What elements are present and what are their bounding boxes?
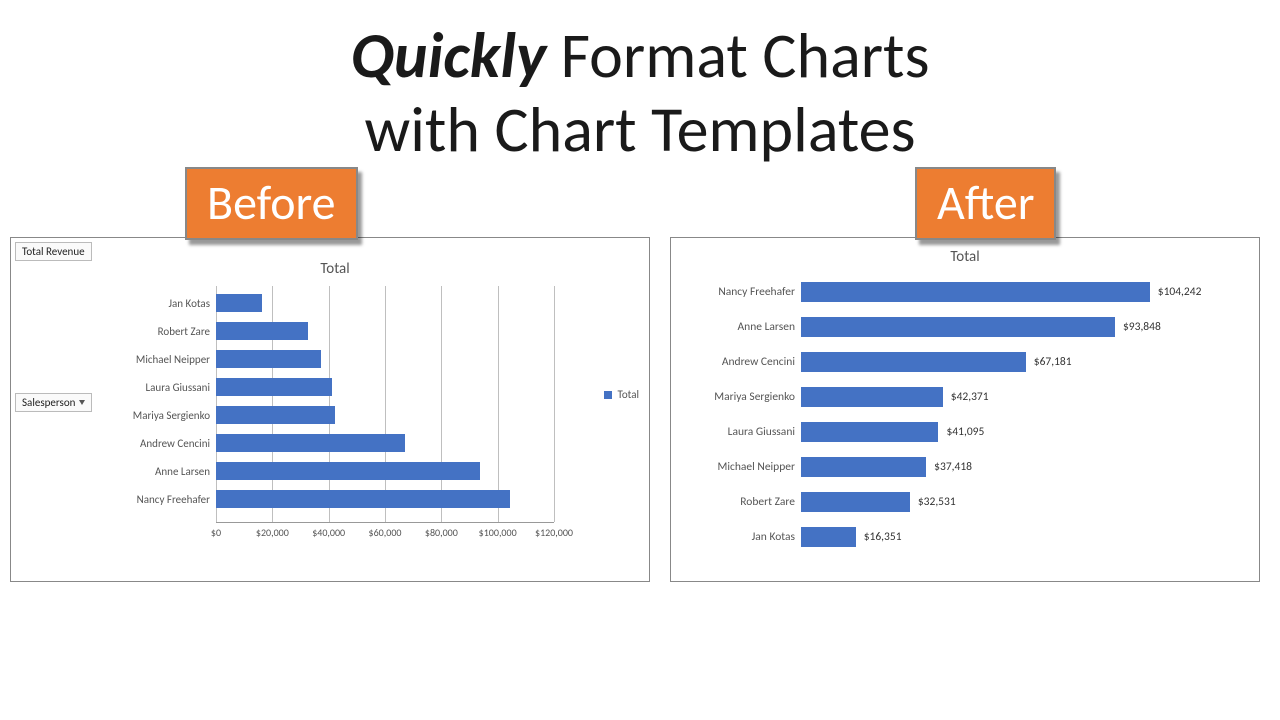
after-tag: After xyxy=(915,167,1056,240)
category-label: Mariya Sergienko xyxy=(116,409,216,422)
bar-row: Michael Neipper $37,418 xyxy=(681,455,1249,479)
bar-row: Laura Giussani xyxy=(116,376,554,398)
x-tick-label: $40,000 xyxy=(312,526,345,539)
x-tick-label: $0 xyxy=(211,526,221,539)
x-tick-label: $120,000 xyxy=(535,526,573,539)
bar-row: Jan Kotas $16,351 xyxy=(681,525,1249,549)
headline-rest-2: with Chart Templates xyxy=(364,91,915,169)
bar xyxy=(216,434,405,452)
category-label: Jan Kotas xyxy=(116,297,216,310)
before-chart-frame: Total Revenue Salesperson Total Jan Kota… xyxy=(10,237,650,582)
x-tick-label: $100,000 xyxy=(479,526,517,539)
bar xyxy=(216,406,335,424)
bar xyxy=(801,317,1115,337)
category-label: Michael Neipper xyxy=(116,353,216,366)
bar-row: Mariya Sergienko xyxy=(116,404,554,426)
data-label: $16,351 xyxy=(856,530,902,544)
bar-row: Robert Zare xyxy=(116,320,554,342)
data-label: $67,181 xyxy=(1026,355,1072,369)
bar xyxy=(216,322,308,340)
gridline xyxy=(554,286,555,522)
bar xyxy=(216,350,321,368)
bar xyxy=(216,462,480,480)
legend-label: Total xyxy=(617,388,639,401)
category-label: Laura Giussani xyxy=(681,425,801,439)
bar-row: Laura Giussani $41,095 xyxy=(681,420,1249,444)
category-label: Michael Neipper xyxy=(681,460,801,474)
category-label: Nancy Freehafer xyxy=(681,285,801,299)
category-label: Jan Kotas xyxy=(681,530,801,544)
bar-row: Andrew Cencini $67,181 xyxy=(681,350,1249,374)
bar-row: Anne Larsen $93,848 xyxy=(681,315,1249,339)
before-chart-title: Total xyxy=(116,260,554,278)
x-tick-label: $80,000 xyxy=(425,526,458,539)
bar-row: Nancy Freehafer xyxy=(116,488,554,510)
category-label: Laura Giussani xyxy=(116,381,216,394)
page-title: Quickly Format Charts with Chart Templat… xyxy=(0,0,1280,167)
pivot-field-salesperson[interactable]: Salesperson xyxy=(15,393,92,412)
bar-row: Mariya Sergienko $42,371 xyxy=(681,385,1249,409)
bar xyxy=(216,490,510,508)
category-label: Robert Zare xyxy=(681,495,801,509)
data-label: $104,242 xyxy=(1150,285,1202,299)
bar-row: Michael Neipper xyxy=(116,348,554,370)
category-label: Nancy Freehafer xyxy=(116,493,216,506)
before-tag: Before xyxy=(185,167,358,240)
pivot-field-total-revenue[interactable]: Total Revenue xyxy=(15,242,92,261)
before-panel: Before Total Revenue Salesperson Total J… xyxy=(10,177,650,582)
before-legend: Total xyxy=(604,388,639,401)
headline-emph: Quickly xyxy=(350,17,546,95)
before-chart-plot: Jan Kotas Robert Zare Michael Neipper Laura… xyxy=(116,286,554,541)
bar xyxy=(216,378,332,396)
category-label: Andrew Cencini xyxy=(681,355,801,369)
legend-swatch xyxy=(604,391,612,399)
bar xyxy=(801,422,938,442)
after-panel: After Total Nancy Freehafer$104,242Anne … xyxy=(670,177,1260,582)
bar xyxy=(801,387,943,407)
category-label: Mariya Sergienko xyxy=(681,390,801,404)
bar-row: Andrew Cencini xyxy=(116,432,554,454)
category-label: Robert Zare xyxy=(116,325,216,338)
chevron-down-icon xyxy=(79,400,85,405)
bar xyxy=(801,527,856,547)
after-chart-plot: Nancy Freehafer $104,242 Anne Larsen $93,84… xyxy=(681,276,1249,566)
category-label: Anne Larsen xyxy=(681,320,801,334)
data-label: $93,848 xyxy=(1115,320,1161,334)
x-tick-label: $20,000 xyxy=(256,526,289,539)
bar-row: Nancy Freehafer $104,242 xyxy=(681,280,1249,304)
bar xyxy=(801,457,926,477)
bar-row: Anne Larsen xyxy=(116,460,554,482)
bar xyxy=(801,352,1026,372)
headline-rest-1: Format Charts xyxy=(546,17,929,95)
bar-row: Jan Kotas xyxy=(116,292,554,314)
after-chart-title: Total xyxy=(681,248,1249,266)
data-label: $37,418 xyxy=(926,460,972,474)
bar xyxy=(801,282,1150,302)
pivot-field-salesperson-label: Salesperson xyxy=(22,396,75,409)
data-label: $32,531 xyxy=(910,495,956,509)
after-chart-frame: Total Nancy Freehafer $104,242 Anne Larsen… xyxy=(670,237,1260,582)
pivot-field-total-revenue-label: Total Revenue xyxy=(22,245,85,258)
category-label: Anne Larsen xyxy=(116,465,216,478)
x-tick-label: $60,000 xyxy=(369,526,402,539)
data-label: $41,095 xyxy=(938,425,984,439)
bar xyxy=(801,492,910,512)
bar-row: Robert Zare $32,531 xyxy=(681,490,1249,514)
data-label: $42,371 xyxy=(943,390,989,404)
bar xyxy=(216,294,262,312)
category-label: Andrew Cencini xyxy=(116,437,216,450)
